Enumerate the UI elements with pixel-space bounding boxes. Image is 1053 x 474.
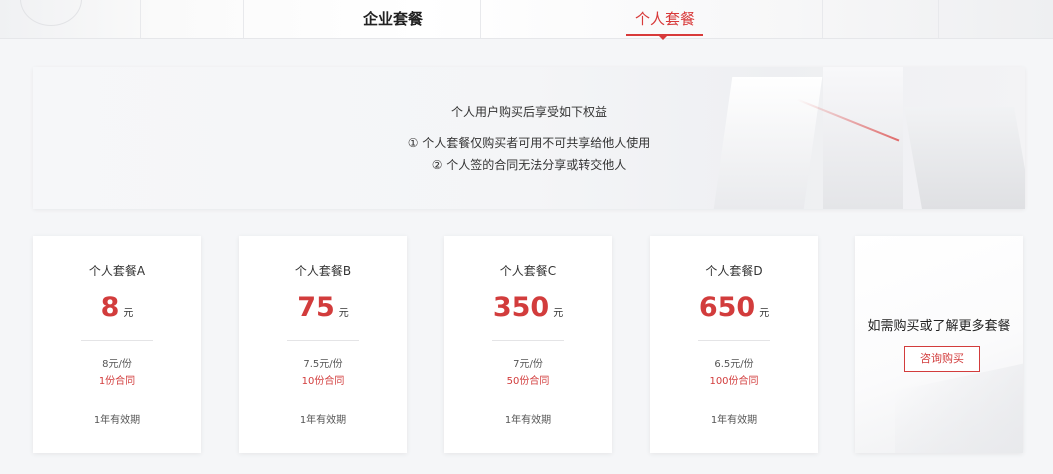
plan-validity: 1年有效期 (299, 415, 347, 426)
plan-contract-count: 50份合同 (506, 376, 550, 387)
plan-per-copy-price: 6.5元/份 (714, 359, 754, 370)
plan-validity: 1年有效期 (710, 415, 758, 426)
card-divider (81, 340, 153, 341)
plan-price: 650 (698, 292, 756, 323)
tab-personal-plans[interactable]: 个人套餐 (635, 8, 695, 29)
plan-contract-count: 1份合同 (98, 376, 136, 387)
plan-card-d[interactable]: 个人套餐D 650 元 6.5元/份 100份合同 1年有效期 (650, 236, 818, 453)
plan-per-copy-price: 7元/份 (513, 359, 543, 370)
tab-enterprise-plans[interactable]: 企业套餐 (363, 8, 423, 29)
benefits-title: 个人用户购买后享受如下权益 (450, 105, 607, 119)
plan-contract-count: 10份合同 (301, 376, 345, 387)
price-unit: 元 (553, 308, 564, 319)
divider-line (243, 0, 244, 38)
active-tab-caret-icon (659, 36, 667, 40)
plan-card-a[interactable]: 个人套餐A 8元 8元/份 1份合同 1年有效期 (33, 236, 201, 453)
plan-per-copy-price: 7.5元/份 (303, 359, 343, 370)
card-divider (698, 340, 770, 341)
decorative-circle (20, 0, 82, 26)
benefit-line-1: ① 个人套餐仅购买者可用不可共享给他人使用 (407, 136, 651, 150)
plan-name: 个人套餐C (499, 264, 557, 278)
price-unit: 元 (338, 308, 349, 319)
card-divider (287, 340, 359, 341)
price-unit: 元 (759, 308, 770, 319)
benefits-banner: 个人用户购买后享受如下权益 ① 个人套餐仅购买者可用不可共享给他人使用 ② 个人… (33, 67, 1025, 209)
plan-price-row: 8元 (33, 292, 201, 323)
plan-price-row: 75 元 (239, 292, 407, 323)
benefit-line-2: ② 个人签的合同无法分享或转交他人 (431, 158, 627, 172)
divider-line (938, 0, 939, 38)
plan-name: 个人套餐B (294, 264, 352, 278)
plan-name: 个人套餐D (705, 264, 763, 278)
plan-price: 350 (492, 292, 550, 323)
divider-line (140, 0, 141, 38)
plan-price-row: 650 元 (650, 292, 818, 323)
plan-card-c[interactable]: 个人套餐C 350 元 7元/份 50份合同 1年有效期 (444, 236, 612, 453)
more-plans-card: 如需购买或了解更多套餐 咨询购买 (855, 236, 1023, 453)
consult-purchase-button[interactable]: 咨询购买 (904, 346, 980, 372)
divider-line (822, 0, 823, 38)
plan-per-copy-price: 8元/份 (102, 359, 132, 370)
plan-validity: 1年有效期 (504, 415, 552, 426)
plan-price-row: 350 元 (444, 292, 612, 323)
plan-contract-count: 100份合同 (709, 376, 759, 387)
plan-price: 75 (297, 292, 335, 323)
plan-validity: 1年有效期 (93, 415, 141, 426)
plan-name: 个人套餐A (88, 264, 146, 278)
divider-line (480, 0, 481, 38)
plan-tab-bar: 企业套餐 个人套餐 (0, 0, 1053, 40)
plan-price: 8 (100, 292, 120, 323)
more-plans-text: 如需购买或了解更多套餐 (867, 319, 1011, 334)
price-unit: 元 (123, 308, 134, 319)
card-divider (492, 340, 564, 341)
decorative-shape (895, 361, 1023, 453)
plan-card-b[interactable]: 个人套餐B 75 元 7.5元/份 10份合同 1年有效期 (239, 236, 407, 453)
